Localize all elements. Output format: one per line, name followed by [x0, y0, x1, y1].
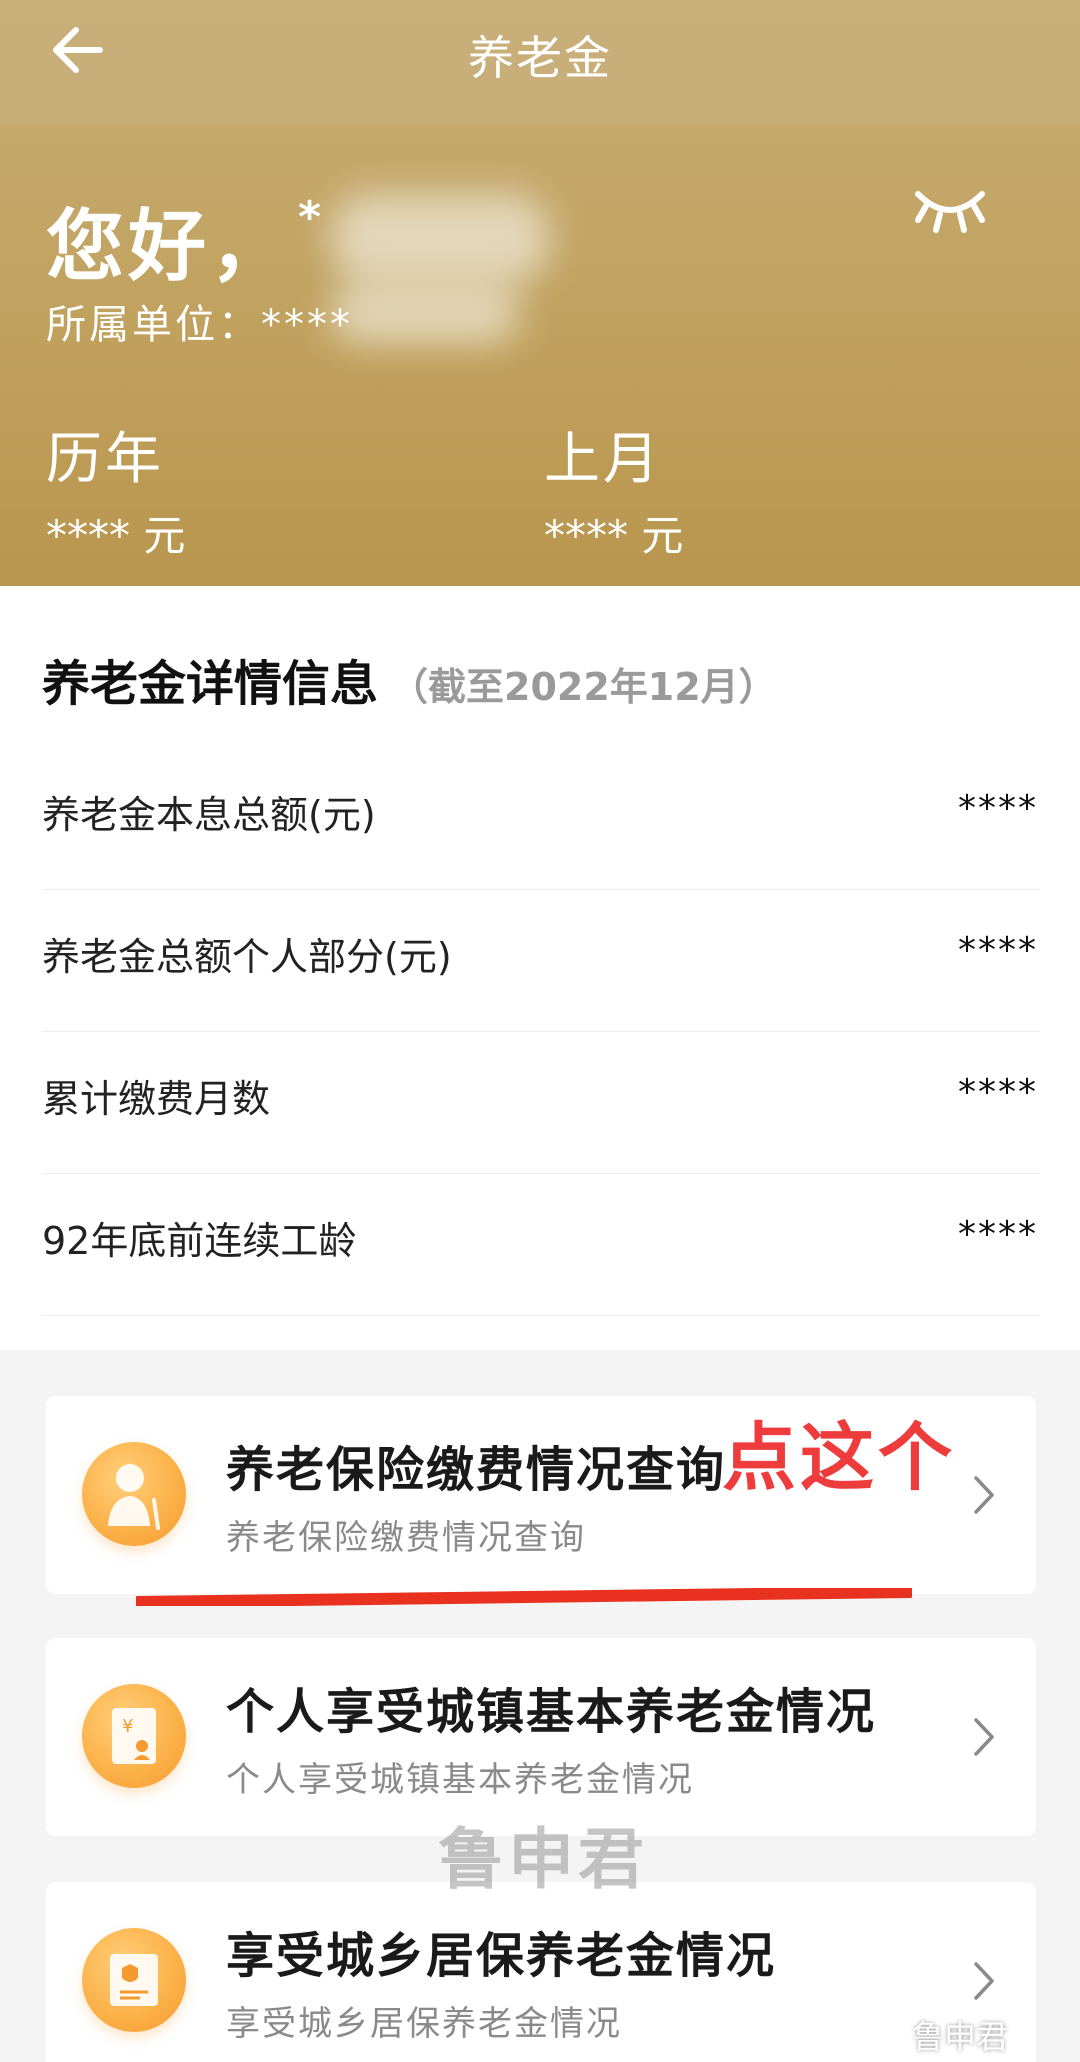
svg-text:¥: ¥	[122, 1716, 133, 1737]
card-title: 享受城乡居保养老金情况	[226, 1928, 777, 1984]
corner-watermark: 鲁申君	[912, 2018, 1009, 2056]
rural-pension-card[interactable]: 享受城乡居保养老金情况 享受城乡居保养老金情况	[46, 1882, 1036, 2062]
detail-row-value: ****	[958, 788, 1038, 829]
click-here-annotation: 点这个	[722, 1415, 956, 1501]
detail-as-of-note: （截至2022年12月）	[390, 665, 777, 709]
last-month-label: 上月	[544, 427, 662, 492]
chevron-right-icon	[974, 1718, 994, 1756]
yearly-label: 历年	[46, 427, 164, 492]
card-subtitle: 享受城乡居保养老金情况	[226, 2004, 622, 2044]
yearly-value: **** 元	[46, 511, 186, 560]
card-title: 个人享受城镇基本养老金情况	[226, 1684, 877, 1740]
detail-row: 92年底前连续工龄 ****	[42, 1174, 1040, 1316]
detail-row-value: ****	[958, 1072, 1038, 1113]
account-summary-panel: 您好， * 所属单位：**** 历年 **** 元 上月 **** 元	[0, 124, 1080, 586]
detail-row-label: 养老金总额个人部分(元)	[42, 935, 452, 979]
pension-detail-section: 养老金详情信息 （截至2022年12月） 养老金本息总额(元) **** 养老金总…	[0, 586, 1080, 1350]
page-title: 养老金	[468, 31, 612, 85]
detail-title: 养老金详情信息 （截至2022年12月）	[42, 644, 777, 714]
detail-row: 累计缴费月数 ****	[42, 1032, 1040, 1174]
detail-row-label: 92年底前连续工龄	[42, 1219, 357, 1263]
hide-eye-icon[interactable]	[912, 184, 988, 236]
detail-row: 养老金本息总额(元) ****	[42, 748, 1040, 890]
chevron-right-icon	[974, 1962, 994, 2000]
card-subtitle: 个人享受城镇基本养老金情况	[226, 1760, 694, 1800]
detail-row: 养老金总额个人部分(元) ****	[42, 890, 1040, 1032]
user-name-masked: *	[298, 192, 322, 243]
shield-document-icon	[82, 1928, 186, 2032]
red-underline-annotation	[136, 1588, 912, 1606]
yuan-document-icon: ¥	[82, 1684, 186, 1788]
top-bar: 养老金	[0, 0, 1080, 124]
detail-row-value: ****	[958, 930, 1038, 971]
watermark-text: 鲁申君	[438, 1821, 648, 1898]
greeting-text: 您好，	[46, 202, 293, 292]
card-title: 养老保险缴费情况查询	[226, 1442, 727, 1498]
last-month-value: **** 元	[544, 511, 684, 560]
privacy-blur	[330, 284, 520, 344]
detail-row-value: ****	[958, 1214, 1038, 1255]
detail-row-label: 养老金本息总额(元)	[42, 793, 376, 837]
detail-row-label: 累计缴费月数	[42, 1077, 271, 1121]
privacy-blur	[330, 194, 550, 284]
detail-title-text: 养老金详情信息	[42, 656, 379, 712]
elderly-person-icon	[82, 1442, 186, 1546]
chevron-right-icon	[974, 1476, 994, 1514]
employer-unit: 所属单位：****	[46, 302, 353, 348]
card-subtitle: 养老保险缴费情况查询	[226, 1518, 586, 1558]
